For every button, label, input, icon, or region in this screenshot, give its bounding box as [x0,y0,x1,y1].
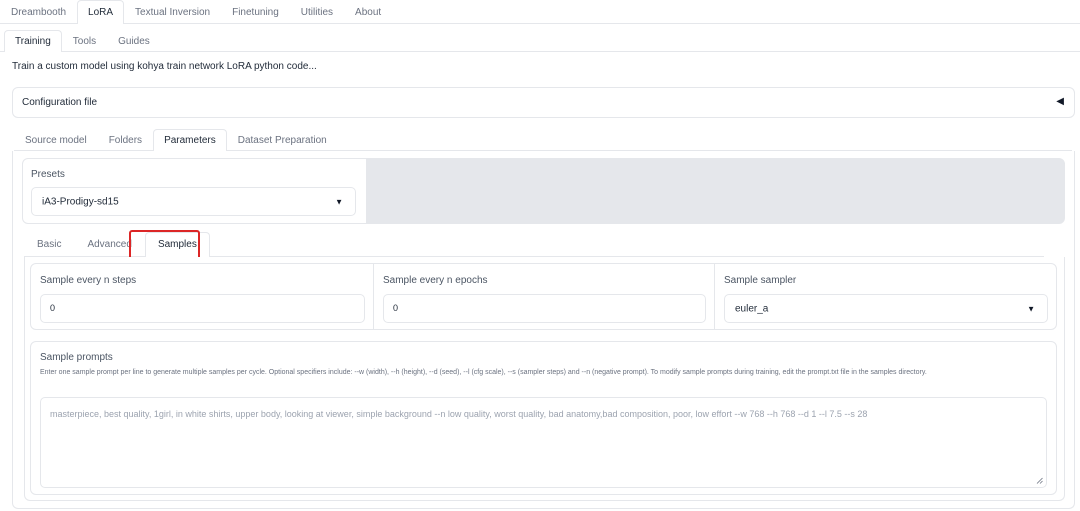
tab-dataset-preparation[interactable]: Dataset Preparation [227,129,338,150]
presets-label: Presets [31,169,65,180]
sample-every-n-steps-field: Sample every n steps 0 [31,264,374,329]
tab-parameters[interactable]: Parameters [153,129,227,151]
presets-block: Presets iA3-Prodigy-sd15 ▼ [22,158,1065,224]
sample-every-n-epochs-field: Sample every n epochs 0 [374,264,715,329]
sample-prompts-block: Sample prompts Enter one sample prompt p… [30,341,1057,495]
collapse-arrow-icon[interactable]: ◀ [1056,96,1064,107]
tab-advanced[interactable]: Advanced [74,232,144,256]
inner-tab-bar: Basic Advanced Samples [24,232,1044,257]
resize-handle-icon[interactable] [1036,477,1043,484]
tab-source-model[interactable]: Source model [14,129,98,150]
tab-tools[interactable]: Tools [62,30,107,51]
tab-lora[interactable]: LoRA [77,0,125,24]
tab-finetuning[interactable]: Finetuning [221,0,290,23]
presets-field: Presets iA3-Prodigy-sd15 ▼ [23,159,366,223]
tab-samples[interactable]: Samples [144,232,210,257]
tab-basic[interactable]: Basic [24,232,74,256]
tab-about[interactable]: About [344,0,392,23]
sample-prompts-textarea[interactable]: masterpiece, best quality, 1girl, in whi… [40,397,1047,488]
accordion-label: Configuration file [22,97,98,108]
sample-sampler-field: Sample sampler euler_a ▼ [715,264,1056,329]
tab-folders[interactable]: Folders [98,129,153,150]
configuration-file-accordion[interactable]: Configuration file ◀ [12,87,1075,118]
tab-training[interactable]: Training [4,30,62,52]
presets-value: iA3-Prodigy-sd15 [42,196,119,207]
sample-every-n-epochs-input[interactable]: 0 [383,294,706,323]
sample-every-n-epochs-label: Sample every n epochs [383,275,488,286]
sample-settings-row: Sample every n steps 0 Sample every n ep… [30,263,1057,330]
tab-dreambooth[interactable]: Dreambooth [0,0,77,23]
page-description: Train a custom model using kohya train n… [12,61,317,72]
chevron-down-icon: ▼ [1027,304,1035,313]
chevron-down-icon: ▼ [335,197,343,206]
tab-guides[interactable]: Guides [107,30,161,51]
tab-utilities[interactable]: Utilities [290,0,344,23]
tab-textual-inversion[interactable]: Textual Inversion [124,0,221,23]
sample-prompts-info: Enter one sample prompt per line to gene… [40,369,927,376]
sample-prompts-placeholder: masterpiece, best quality, 1girl, in whi… [50,409,868,419]
sub-tab-bar: Training Tools Guides [0,30,1080,52]
presets-dropdown[interactable]: iA3-Prodigy-sd15 ▼ [31,187,356,216]
sample-sampler-dropdown[interactable]: euler_a ▼ [724,294,1048,323]
sample-every-n-steps-input[interactable]: 0 [40,294,365,323]
top-tab-bar: Dreambooth LoRA Textual Inversion Finetu… [0,0,1080,24]
parameter-tab-bar: Source model Folders Parameters Dataset … [14,129,1072,151]
sample-sampler-label: Sample sampler [724,275,797,286]
sample-sampler-value: euler_a [735,303,769,314]
sample-every-n-steps-label: Sample every n steps [40,275,137,286]
sample-prompts-label: Sample prompts [40,352,113,363]
